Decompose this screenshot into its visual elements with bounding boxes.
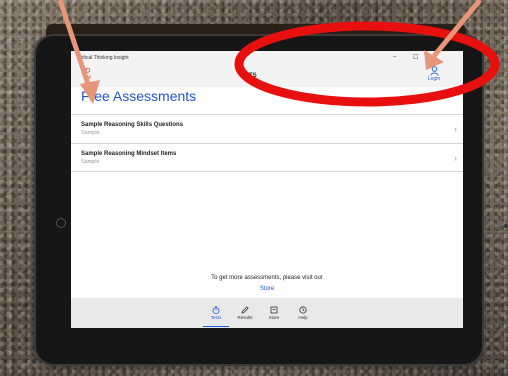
nav-item-results[interactable]: Results [233,306,257,320]
nav-label: Store [268,315,280,320]
list-item-subtitle: Sample [81,130,100,136]
store-link[interactable]: Store [71,286,463,292]
camera-dot [504,224,508,228]
login-label: Login [427,76,441,82]
list-item-subtitle: Sample [81,159,100,165]
nav-label: Help [298,315,308,320]
list-item-title: Sample Reasoning Mindset Items [81,151,177,157]
back-arrow-icon: ⟲ [83,66,91,75]
help-icon [299,306,307,314]
back-button[interactable]: ⟲ Sel [77,66,97,84]
page-header-title: TS [249,73,257,79]
chevron-right-icon: › [454,153,457,163]
login-button[interactable]: Login [423,66,445,86]
pencil-icon [241,306,249,314]
minimize-button[interactable]: – [393,54,396,60]
promo-text: To get more assessments, please visit ou… [211,275,323,281]
list-item[interactable]: Sample Reasoning Skills Questions Sample… [71,114,463,143]
list-item[interactable]: Sample Reasoning Mindset Items Sample › [71,143,463,172]
home-button [56,218,66,228]
nav-item-store[interactable]: Store [262,306,286,320]
assessment-list: Sample Reasoning Skills Questions Sample… [71,114,463,172]
maximize-button[interactable]: ☐ [413,54,418,61]
close-button[interactable]: ✕ [433,54,438,61]
list-item-title: Sample Reasoning Skills Questions [81,122,184,128]
bottom-nav: Tests Results Store Help [71,298,463,328]
chevron-right-icon: › [454,124,457,134]
window-titlebar: Critical Thinking Insight – ☐ ✕ [71,51,463,65]
back-label: Sel [83,75,91,81]
nav-label: Results [237,315,253,320]
store-icon [270,306,278,314]
app-header: ⟲ Sel TS Login [71,65,463,87]
active-tab-indicator [203,326,229,327]
nav-item-tests[interactable]: Tests [204,306,228,320]
nav-item-help[interactable]: Help [291,306,315,320]
user-icon [429,66,439,76]
app-title: Critical Thinking Insight [77,55,129,61]
nav-label: Tests [210,315,222,320]
page-title: Free Assessments [81,88,197,104]
app-screen: Critical Thinking Insight – ☐ ✕ ⟲ Sel TS… [71,51,463,328]
stopwatch-icon [212,306,220,314]
